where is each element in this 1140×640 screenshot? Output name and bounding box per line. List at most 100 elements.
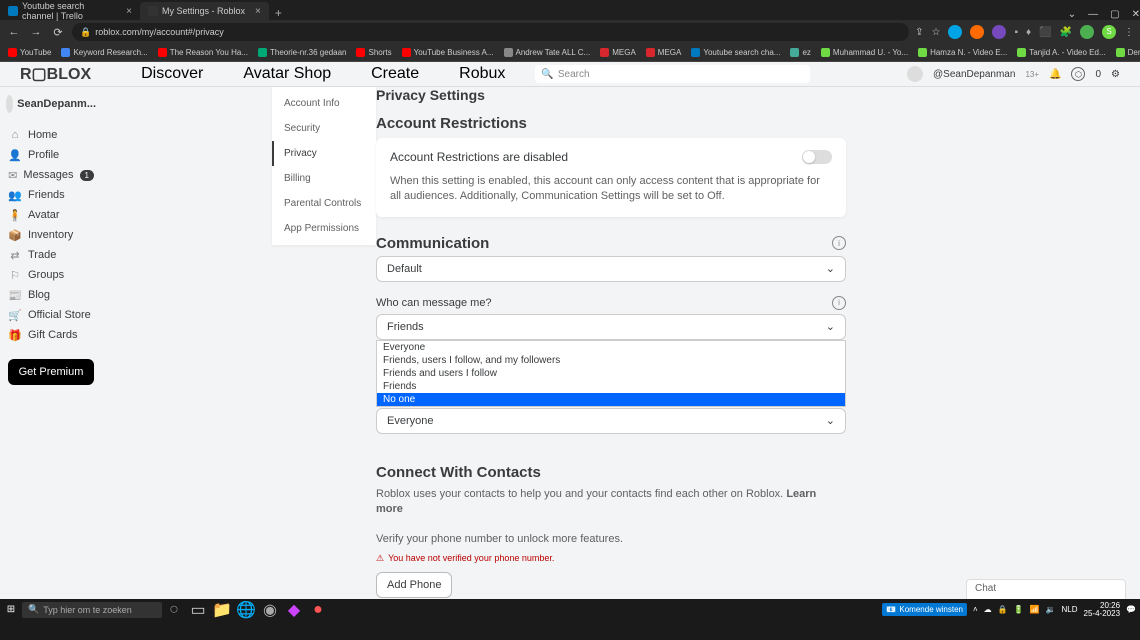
sidebar-item-gift[interactable]: 🎁Gift Cards xyxy=(0,325,102,345)
ext-icon[interactable] xyxy=(948,25,962,39)
kebab-icon[interactable]: ⋮ xyxy=(1124,27,1134,38)
bookmark[interactable]: Denis M. - Video ed... xyxy=(1116,48,1140,57)
settings-nav-permissions[interactable]: App Permissions xyxy=(272,216,376,241)
start-button[interactable]: ⊞ xyxy=(4,603,18,617)
option-noone[interactable]: No one xyxy=(377,393,845,406)
profile-icon[interactable]: S xyxy=(1102,25,1116,39)
puzzle-icon[interactable]: 🧩 xyxy=(1060,27,1072,38)
restrictions-toggle[interactable] xyxy=(802,150,832,164)
sidebar-item-messages[interactable]: ✉Messages1 xyxy=(0,165,102,185)
taskbar-search[interactable]: 🔍 Typ hier om te zoeken xyxy=(22,602,162,618)
roblox-logo[interactable]: R▢BLOX xyxy=(20,64,91,84)
avatar[interactable] xyxy=(907,66,923,82)
ext-icon[interactable]: ⬛ xyxy=(1039,27,1051,38)
sidebar-item-groups[interactable]: ⚐Groups xyxy=(0,265,102,285)
bookmark[interactable]: Tanjid A. - Video Ed... xyxy=(1017,48,1105,57)
sidebar-item-inventory[interactable]: 📦Inventory xyxy=(0,225,102,245)
bookmark[interactable]: Youtube search cha... xyxy=(691,48,780,57)
tray-chevron-icon[interactable]: ˄ xyxy=(973,605,978,614)
notification-icon[interactable]: 🔔 xyxy=(1049,69,1061,80)
reload-icon[interactable]: ⟳ xyxy=(50,26,66,39)
steam-icon[interactable]: ◉ xyxy=(262,602,278,618)
search-input[interactable]: 🔍 Search xyxy=(535,65,810,83)
cortana-icon[interactable]: ○ xyxy=(166,602,182,618)
add-phone-button[interactable]: Add Phone xyxy=(376,572,452,598)
robux-icon[interactable]: ⬡ xyxy=(1071,67,1085,81)
ext-icon[interactable] xyxy=(992,25,1006,39)
nav-robux[interactable]: Robux xyxy=(459,65,505,83)
bookmark[interactable]: Shorts xyxy=(356,48,391,57)
settings-nav-security[interactable]: Security xyxy=(272,116,376,141)
sidebar-item-blog[interactable]: 📰Blog xyxy=(0,285,102,305)
back-icon[interactable]: ← xyxy=(6,26,22,38)
communication-default-select[interactable]: Default ⌄ xyxy=(376,256,846,282)
bookmark[interactable]: Hamza N. - Video E... xyxy=(918,48,1007,57)
bookmark[interactable]: The Reason You Ha... xyxy=(158,48,248,57)
nav-discover[interactable]: Discover xyxy=(141,65,203,83)
onedrive-icon[interactable]: ☁ xyxy=(984,605,992,614)
task-view-icon[interactable]: ▭ xyxy=(190,602,206,618)
sidebar-item-avatar[interactable]: 🧍Avatar xyxy=(0,205,102,225)
menu-icon[interactable]: ▪ xyxy=(1014,27,1018,38)
app-icon[interactable]: ● xyxy=(310,602,326,618)
bookmark[interactable]: Keyword Research... xyxy=(61,48,147,57)
bookmark[interactable]: MEGA xyxy=(646,48,682,57)
option-friends[interactable]: Friends xyxy=(377,380,845,393)
option-everyone[interactable]: Everyone xyxy=(377,341,845,354)
message-select[interactable]: Friends ⌄ xyxy=(376,314,846,340)
option-followers[interactable]: Friends, users I follow, and my follower… xyxy=(377,354,845,367)
close-window-icon[interactable]: ✕ xyxy=(1132,9,1140,20)
sidebar-item-profile[interactable]: 👤Profile xyxy=(0,145,102,165)
settings-nav-billing[interactable]: Billing xyxy=(272,166,376,191)
option-following[interactable]: Friends and users I follow xyxy=(377,367,845,380)
close-icon[interactable]: × xyxy=(255,6,261,17)
nav-create[interactable]: Create xyxy=(371,65,419,83)
settings-nav-parental[interactable]: Parental Controls xyxy=(272,191,376,216)
minimize-icon[interactable]: — xyxy=(1088,9,1098,20)
settings-nav-account[interactable]: Account Info xyxy=(272,91,376,116)
close-icon[interactable]: × xyxy=(126,6,132,17)
username[interactable]: @SeanDepanman xyxy=(933,69,1015,80)
explorer-icon[interactable]: 📁 xyxy=(214,602,230,618)
ext-icon[interactable] xyxy=(1080,25,1094,39)
sidebar-item-store[interactable]: 🛒Official Store xyxy=(0,305,102,325)
gear-icon[interactable]: ⚙ xyxy=(1111,69,1120,80)
clock-date[interactable]: 25-4-2023 xyxy=(1084,610,1120,618)
sidebar-user[interactable]: SeanDepanm... xyxy=(0,93,102,115)
lang-indicator[interactable]: NLD xyxy=(1062,605,1078,614)
sidebar-item-friends[interactable]: 👥Friends xyxy=(0,185,102,205)
bookmark[interactable]: YouTube xyxy=(8,48,51,57)
new-tab-button[interactable]: + xyxy=(269,6,288,20)
menu-icon[interactable]: ♦ xyxy=(1026,27,1031,38)
notifications-icon[interactable]: 💬 xyxy=(1126,605,1136,614)
bookmark[interactable]: Theorie-nr.36 gedaan xyxy=(258,48,347,57)
tab-trello[interactable]: Youtube search channel | Trello × xyxy=(0,2,140,20)
settings-nav-privacy[interactable]: Privacy xyxy=(272,141,376,166)
nav-avatar-shop[interactable]: Avatar Shop xyxy=(243,65,331,83)
info-icon[interactable]: i xyxy=(832,296,846,310)
sidebar-item-trade[interactable]: ⇄Trade xyxy=(0,245,102,265)
chevron-down-icon[interactable]: ⌄ xyxy=(1068,9,1076,20)
get-premium-button[interactable]: Get Premium xyxy=(8,359,94,385)
chat-bar[interactable]: Chat xyxy=(966,579,1126,599)
wifi-icon[interactable]: 📶 xyxy=(1030,605,1040,614)
sound-icon[interactable]: 🔉 xyxy=(1046,605,1056,614)
bookmark[interactable]: YouTube Business A... xyxy=(402,48,494,57)
maximize-icon[interactable]: ▢ xyxy=(1110,9,1119,20)
app-icon[interactable]: ◆ xyxy=(286,602,302,618)
chrome-icon[interactable]: 🌐 xyxy=(238,602,254,618)
forward-icon[interactable]: → xyxy=(28,26,44,38)
sidebar-item-home[interactable]: ⌂Home xyxy=(0,125,102,145)
ext-icon[interactable] xyxy=(970,25,984,39)
battery-icon[interactable]: 🔋 xyxy=(1014,605,1024,614)
info-icon[interactable]: i xyxy=(832,236,846,250)
lock-icon[interactable]: 🔒 xyxy=(998,605,1008,614)
notification-toast[interactable]: 📧 Komende winsten xyxy=(882,603,967,616)
bookmark[interactable]: Muhammad U. - Yo... xyxy=(821,48,908,57)
bookmark[interactable]: MEGA xyxy=(600,48,636,57)
star-icon[interactable]: ☆ xyxy=(931,27,940,38)
chat-select[interactable]: Everyone ⌄ xyxy=(376,408,846,434)
address-bar[interactable]: 🔒 roblox.com/my/account#/privacy xyxy=(72,23,909,41)
share-icon[interactable]: ⇪ xyxy=(915,27,923,38)
bookmark[interactable]: ez xyxy=(790,48,810,57)
